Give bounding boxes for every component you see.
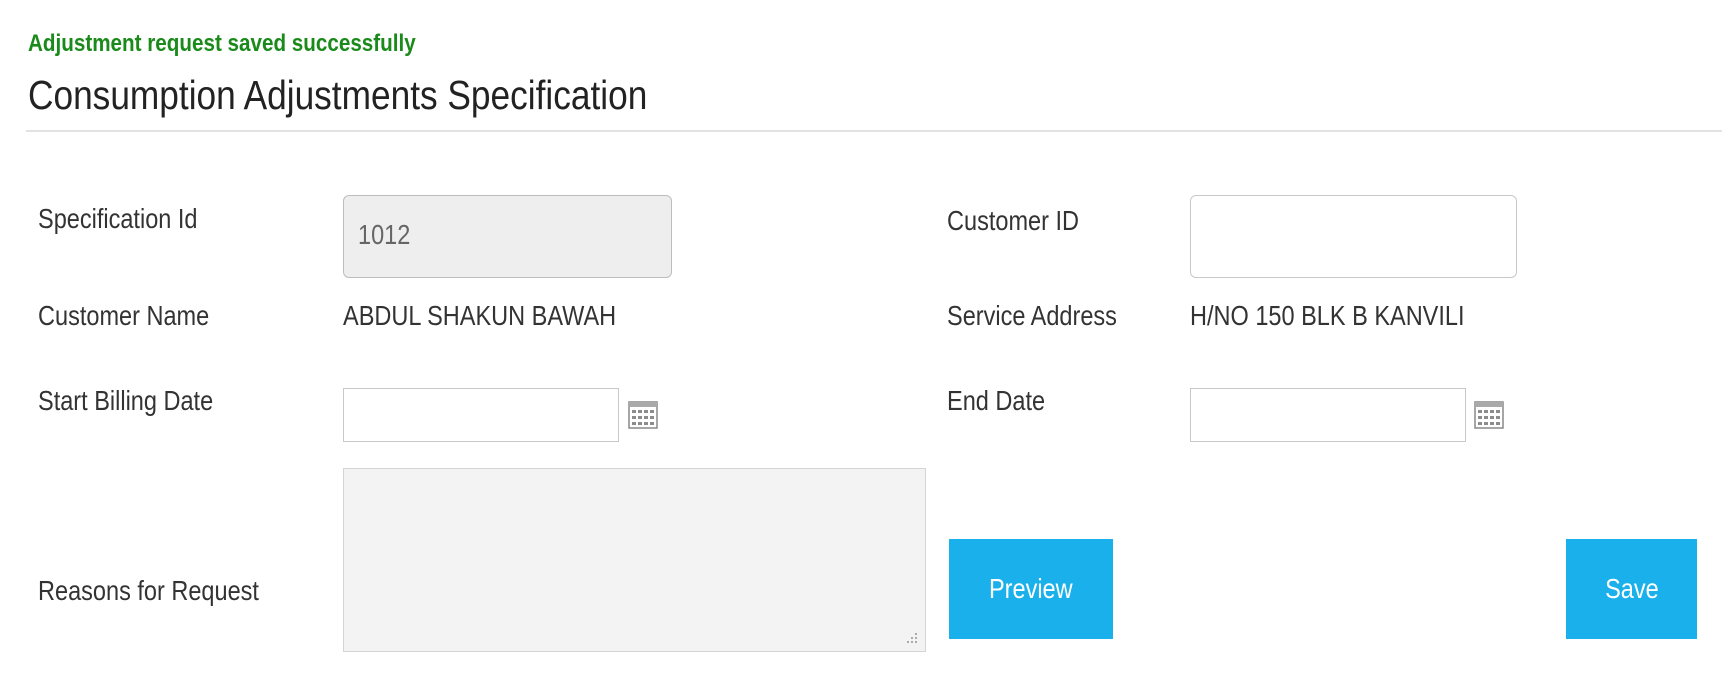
start-billing-date-input[interactable] xyxy=(343,388,619,442)
save-button[interactable]: Save xyxy=(1566,539,1697,639)
reasons-label: Reasons for Request xyxy=(38,575,259,606)
preview-button-label: Preview xyxy=(989,573,1073,604)
title-divider xyxy=(26,130,1722,132)
specification-id-value: 1012 xyxy=(358,219,411,250)
end-date-label: End Date xyxy=(947,385,1046,416)
page-title: Consumption Adjustments Specification xyxy=(28,72,648,118)
calendar-icon[interactable] xyxy=(1474,401,1504,429)
status-message: Adjustment request saved successfully xyxy=(28,30,416,57)
service-address-value: H/NO 150 BLK B KANVILI xyxy=(1190,300,1465,331)
calendar-icon[interactable] xyxy=(628,401,658,429)
service-address-label: Service Address xyxy=(947,300,1117,331)
end-date-input[interactable] xyxy=(1190,388,1466,442)
customer-id-input[interactable] xyxy=(1190,195,1517,278)
save-button-label: Save xyxy=(1604,573,1659,604)
start-billing-date-label: Start Billing Date xyxy=(38,385,214,416)
customer-name-value: ABDUL SHAKUN BAWAH xyxy=(343,300,617,331)
resize-grip-icon[interactable] xyxy=(905,631,919,645)
customer-id-label: Customer ID xyxy=(947,205,1080,236)
reasons-textarea[interactable] xyxy=(343,468,926,652)
preview-button[interactable]: Preview xyxy=(949,539,1113,639)
specification-id-label: Specification Id xyxy=(38,203,198,234)
customer-name-label: Customer Name xyxy=(38,300,210,331)
specification-id-field: 1012 xyxy=(343,195,672,278)
